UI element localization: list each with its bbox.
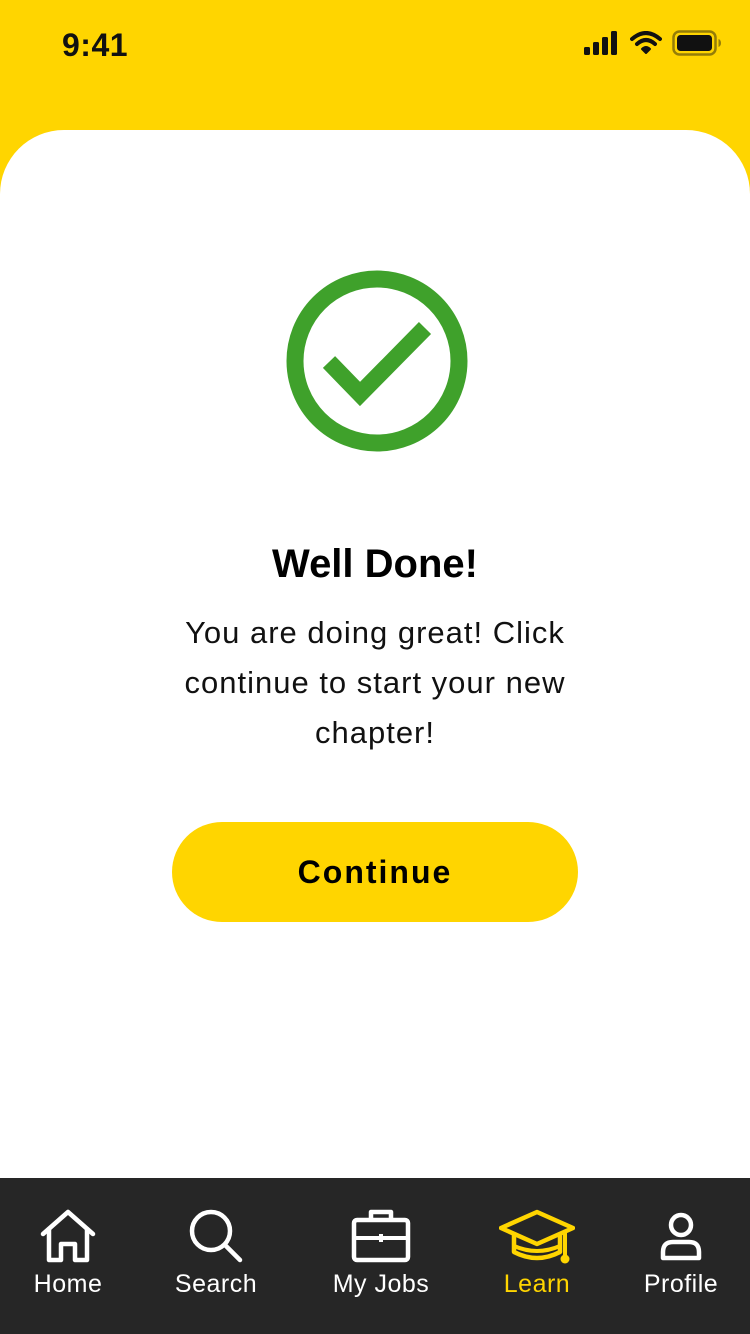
profile-icon <box>660 1212 702 1261</box>
home-icon <box>40 1209 96 1263</box>
tab-learn-label: Learn <box>503 1270 571 1298</box>
cellular-signal-icon <box>584 31 617 55</box>
briefcase-icon <box>351 1209 411 1263</box>
content-card: Well Done! You are doing great! Click co… <box>0 130 750 1178</box>
success-message: You are doing great! Click continue to s… <box>184 615 566 750</box>
tab-my-jobs-label: My Jobs <box>332 1270 430 1298</box>
tab-learn[interactable]: Learn <box>487 1178 587 1334</box>
continue-button[interactable]: Continue <box>172 822 578 922</box>
tab-home-label: Home <box>33 1270 103 1298</box>
tab-search[interactable]: Search <box>161 1178 271 1334</box>
tab-my-jobs[interactable]: My Jobs <box>321 1178 441 1334</box>
check-circle-icon <box>286 270 468 452</box>
wifi-icon <box>630 31 662 54</box>
status-icons <box>584 30 722 56</box>
status-time: 9:41 <box>62 27 129 63</box>
search-icon <box>189 1209 243 1263</box>
bottom-tab-bar: Home Search My Jobs Learn Profile <box>0 1178 750 1334</box>
status-bar: 9:41 <box>0 0 750 90</box>
battery-icon <box>672 30 721 56</box>
tab-profile-label: Profile <box>643 1270 719 1298</box>
page-title: Well Done! <box>272 542 478 586</box>
tab-home[interactable]: Home <box>18 1178 118 1334</box>
graduation-cap-icon <box>499 1209 575 1264</box>
tab-search-label: Search <box>174 1270 258 1298</box>
tab-profile[interactable]: Profile <box>631 1178 731 1334</box>
